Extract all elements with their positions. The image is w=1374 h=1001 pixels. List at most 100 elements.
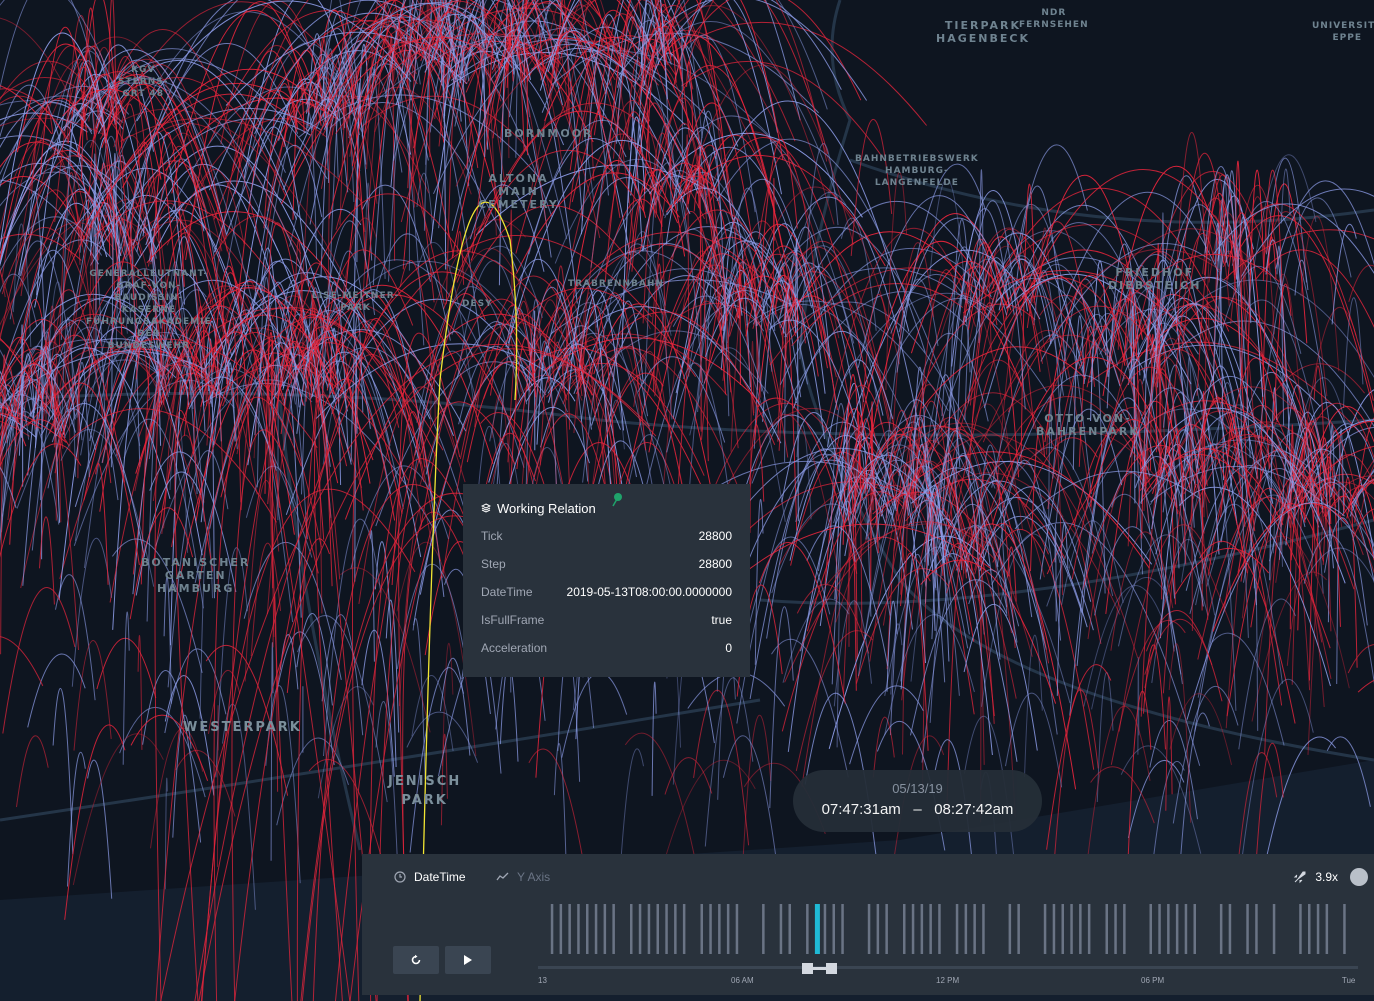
time-field-selector[interactable]: DateTime xyxy=(394,870,466,884)
histogram-bar xyxy=(1228,904,1232,954)
map-label-kaserne: GENERALLEUTNANT- GRAF-VON- BAUDISSIN- KA… xyxy=(86,269,212,351)
histogram-bar xyxy=(929,904,932,954)
range-start: 07:47:31am xyxy=(821,801,901,818)
play-icon xyxy=(464,955,472,965)
timeline-tick-label: 06 AM xyxy=(731,976,754,985)
time-range-display: 05/13/19 07:47:31am – 08:27:42am xyxy=(793,770,1042,832)
settings-icon[interactable] xyxy=(1350,868,1368,886)
histogram-bar xyxy=(559,904,563,954)
histogram-bar xyxy=(735,904,739,954)
tooltip-row-label: Acceleration xyxy=(481,641,548,655)
tooltip-title: Working Relation xyxy=(497,500,596,516)
histogram-bar xyxy=(1070,904,1073,954)
histogram-bar xyxy=(603,904,607,954)
histogram-bar xyxy=(911,904,915,954)
histogram-bar xyxy=(1087,904,1091,954)
tooltip-row: Acceleration 0 xyxy=(481,634,732,662)
histogram-bar xyxy=(1316,904,1320,954)
map-label-botanischer: BOTANISCHER GARTEN HAMBURG xyxy=(141,556,251,595)
timeline-track[interactable] xyxy=(538,966,1358,969)
time-axis: 13 06 AM 12 PM 06 PM Tue xyxy=(538,966,1358,994)
histogram-bar xyxy=(665,904,668,954)
histogram-bar xyxy=(647,904,651,954)
histogram-bar xyxy=(1043,904,1047,954)
map-label-ndr: NDR FERNSEHEN xyxy=(1019,8,1089,30)
tooltip-row: DateTime 2019-05-13T08:00:00.0000000 xyxy=(481,578,732,606)
range-separator: – xyxy=(913,801,922,818)
histogram-bar xyxy=(612,904,615,954)
histogram-bar xyxy=(1158,904,1161,954)
tooltip-row-label: IsFullFrame xyxy=(481,613,545,627)
histogram-bar xyxy=(1105,904,1108,954)
timeline-tick-label: Tue xyxy=(1341,976,1356,985)
histogram-bar xyxy=(832,904,835,954)
histogram-bar xyxy=(903,904,906,954)
tooltip-row-value: true xyxy=(711,613,732,627)
y-axis-selector[interactable]: Y Axis xyxy=(496,870,550,884)
histogram-bar xyxy=(1193,904,1196,954)
histogram-bar xyxy=(1299,904,1302,954)
histogram-bar xyxy=(550,904,554,954)
time-playback-panel: DateTime Y Axis 3.9x 13 06 AM 12 PM 06 PM Tu… xyxy=(362,854,1374,995)
histogram-bar xyxy=(885,904,888,954)
histogram-bar xyxy=(630,904,633,954)
histogram-bar xyxy=(726,904,730,954)
histogram-bar xyxy=(1255,904,1258,954)
histogram-bar xyxy=(568,904,571,954)
histogram-bar xyxy=(1272,904,1276,954)
play-button[interactable] xyxy=(445,946,491,974)
clock-icon xyxy=(394,871,406,883)
histogram-bar xyxy=(1175,904,1179,954)
time-field-label: DateTime xyxy=(414,870,466,884)
y-axis-label: Y Axis xyxy=(517,870,551,884)
tooltip-row-value: 28800 xyxy=(698,557,732,571)
speed-label: 3.9x xyxy=(1315,870,1338,884)
histogram-bar xyxy=(1167,904,1170,954)
histogram-bar xyxy=(1246,904,1249,954)
range-selection[interactable] xyxy=(806,967,831,970)
histogram-bar xyxy=(938,904,941,954)
speed-control[interactable]: 3.9x xyxy=(1293,870,1338,884)
timeline-tick-label: 12 PM xyxy=(936,976,960,985)
histogram-bar xyxy=(638,904,642,954)
reset-icon xyxy=(411,954,421,965)
histogram-bar xyxy=(1017,904,1020,954)
histogram-bar xyxy=(762,904,765,954)
histogram-bar xyxy=(1061,904,1064,954)
timeline-tick-label: 06 PM xyxy=(1141,976,1165,985)
tooltip-row: Tick 28800 xyxy=(481,522,732,550)
histogram-bar-selected xyxy=(814,904,820,954)
layers-icon xyxy=(481,503,491,513)
tooltip-row-value: 2019-05-13T08:00:00.0000000 xyxy=(566,585,732,599)
histogram-bar xyxy=(806,904,809,954)
histogram-bar xyxy=(788,904,791,954)
histogram-bar xyxy=(867,904,871,954)
histogram-bar xyxy=(577,904,580,954)
reset-button[interactable] xyxy=(393,946,439,974)
tooltip-row-value: 28800 xyxy=(698,529,732,543)
map-label-bornmoor: BORNMOOR xyxy=(504,127,594,140)
pin-icon[interactable] xyxy=(611,492,623,508)
histogram-bar xyxy=(1308,904,1311,954)
histogram-bar xyxy=(594,904,598,954)
histogram-bar xyxy=(955,904,959,954)
time-histogram[interactable] xyxy=(538,900,1358,956)
tooltip-row: Step 28800 xyxy=(481,550,732,578)
histogram-bar xyxy=(1343,904,1346,954)
histogram-bar xyxy=(1325,904,1329,954)
histogram-bar xyxy=(1114,904,1117,954)
histogram-bar xyxy=(586,904,589,954)
histogram-bar xyxy=(700,904,703,954)
histogram-bar xyxy=(1184,904,1188,954)
histogram-bar xyxy=(1123,904,1126,954)
histogram-bar xyxy=(1149,904,1152,954)
map-label-altona: ALTONA MAIN CEMETERY xyxy=(478,172,559,211)
histogram-bar xyxy=(823,904,827,954)
histogram-bar xyxy=(709,904,712,954)
histogram-bar xyxy=(964,904,968,954)
map-label-trabrenn: TRABRENNBAHN xyxy=(568,279,664,289)
histogram-bar xyxy=(841,904,844,954)
tooltip-row-label: Tick xyxy=(481,529,503,543)
histogram-bar xyxy=(682,904,686,954)
time-range: 07:47:31am – 08:27:42am xyxy=(793,801,1042,818)
